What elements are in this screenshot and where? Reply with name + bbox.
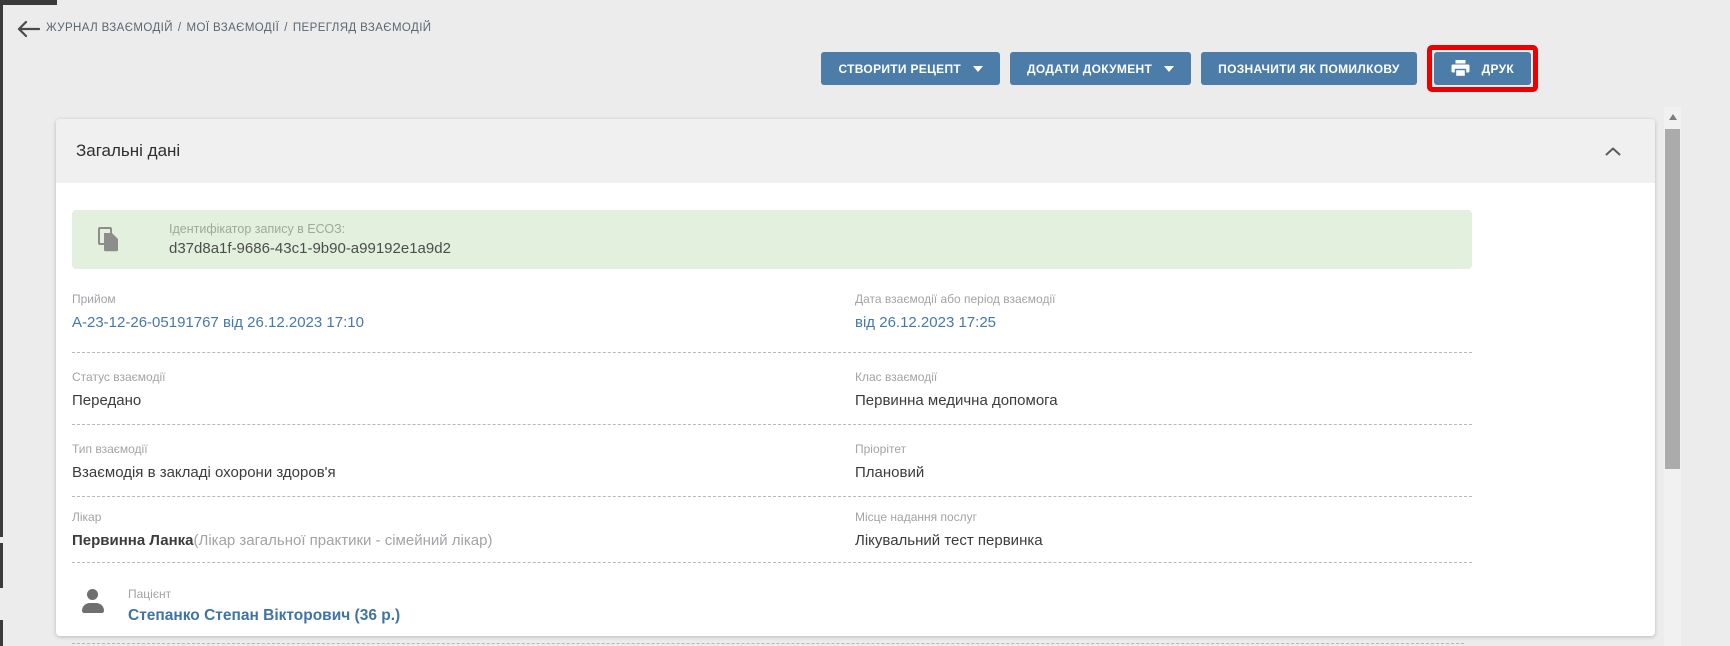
identifier-value: d37d8a1f-9686-43c1-9b90-a99192e1a9d2 bbox=[169, 240, 451, 257]
patient-name-link[interactable]: Степанко Степан Вікторович (36 р.) bbox=[128, 607, 400, 625]
breadcrumb-item-my-interactions[interactable]: МОЇ ВЗАЄМОДІЇ bbox=[187, 22, 280, 34]
identifier-label: Ідентифікатор запису в ЕСОЗ: bbox=[169, 222, 451, 236]
type-value: Взаємодія в закладі охорони здоров'я bbox=[72, 464, 855, 481]
doctor-name: Первинна Ланка bbox=[72, 532, 194, 549]
field-class: Клас взаємодії Первинна медична допомога bbox=[855, 370, 1472, 409]
top-bar: ЖУРНАЛ ВЗАЄМОДІЙ / МОЇ ВЗАЄМОДІЇ / ПЕРЕГЛЯД … bbox=[0, 0, 1730, 46]
person-icon bbox=[80, 589, 106, 614]
identifier-box: Ідентифікатор запису в ЕСОЗ: d37d8a1f-96… bbox=[72, 210, 1472, 269]
field-patient: Пацієнт Степанко Степан Вікторович (36 р… bbox=[128, 587, 400, 625]
create-recipe-label: СТВОРИТИ РЕЦЕПТ bbox=[838, 62, 961, 76]
class-value: Первинна медична допомога bbox=[855, 392, 1472, 409]
card-body: Ідентифікатор запису в ЕСОЗ: d37d8a1f-96… bbox=[56, 183, 1472, 644]
reception-link[interactable]: А-23-12-26-05191767 від 26.12.2023 17:10 bbox=[72, 314, 855, 331]
status-value: Передано bbox=[72, 392, 855, 409]
field-label: Дата взаємодії або період взаємодії bbox=[855, 292, 1472, 306]
mark-erroneous-label: ПОЗНАЧИТИ ЯК ПОМИЛКОВУ bbox=[1218, 62, 1399, 76]
print-button[interactable]: ДРУК bbox=[1434, 52, 1531, 85]
breadcrumb: ЖУРНАЛ ВЗАЄМОДІЙ / МОЇ ВЗАЄМОДІЇ / ПЕРЕГЛЯД … bbox=[46, 22, 431, 34]
chevron-down-icon bbox=[1164, 66, 1174, 72]
field-doctor: Лікар Первинна Ланка(Лікар загальної пра… bbox=[72, 510, 855, 549]
field-row-status: Статус взаємодії Передано Клас взаємодії… bbox=[72, 353, 1472, 425]
field-service-place: Місце надання послуг Лікувальний тест пе… bbox=[855, 510, 1472, 549]
field-label: Пацієнт bbox=[128, 587, 400, 601]
window-edge-left bbox=[0, 0, 3, 537]
interaction-date-value[interactable]: від 26.12.2023 17:25 bbox=[855, 314, 1472, 331]
patient-row: Пацієнт Степанко Степан Вікторович (36 р… bbox=[72, 563, 1464, 644]
field-status: Статус взаємодії Передано bbox=[72, 370, 855, 409]
copy-icon[interactable] bbox=[98, 227, 119, 252]
field-row-type: Тип взаємодії Взаємодія в закладі охорон… bbox=[72, 425, 1472, 497]
chevron-down-icon bbox=[973, 66, 983, 72]
field-priority: Пріорітет Плановий bbox=[855, 442, 1472, 481]
printer-icon bbox=[1451, 60, 1470, 77]
scrollbar-thumb[interactable] bbox=[1665, 129, 1680, 469]
field-label: Пріорітет bbox=[855, 442, 1472, 456]
breadcrumb-separator: / bbox=[178, 22, 182, 34]
back-button[interactable] bbox=[16, 19, 42, 39]
field-type: Тип взаємодії Взаємодія в закладі охорон… bbox=[72, 442, 855, 481]
priority-value: Плановий bbox=[855, 464, 1472, 481]
field-row-doctor: Лікар Первинна Ланка(Лікар загальної пра… bbox=[72, 497, 1472, 563]
mark-erroneous-button[interactable]: ПОЗНАЧИТИ ЯК ПОМИЛКОВУ bbox=[1201, 52, 1416, 85]
chevron-up-icon bbox=[1605, 147, 1621, 156]
window-edge-left bbox=[0, 620, 3, 646]
scroll-up-button[interactable] bbox=[1664, 107, 1681, 127]
collapse-section-button[interactable] bbox=[1601, 143, 1625, 160]
vertical-scrollbar[interactable] bbox=[1664, 107, 1681, 646]
print-label: ДРУК bbox=[1482, 62, 1514, 76]
window-edge-left bbox=[0, 543, 3, 588]
field-interaction-date: Дата взаємодії або період взаємодії від … bbox=[855, 292, 1472, 331]
triangle-up-icon bbox=[1669, 114, 1677, 120]
card-title: Загальні дані bbox=[76, 141, 180, 161]
action-toolbar: СТВОРИТИ РЕЦЕПТ ДОДАТИ ДОКУМЕНТ ПОЗНАЧИТ… bbox=[821, 45, 1538, 92]
create-recipe-button[interactable]: СТВОРИТИ РЕЦЕПТ bbox=[821, 52, 1000, 85]
field-label: Лікар bbox=[72, 510, 855, 524]
field-label: Тип взаємодії bbox=[72, 442, 855, 456]
field-label: Клас взаємодії bbox=[855, 370, 1472, 384]
field-reception: Прийом А-23-12-26-05191767 від 26.12.202… bbox=[72, 292, 855, 331]
field-label: Місце надання послуг bbox=[855, 510, 1472, 524]
arrow-left-icon bbox=[16, 20, 40, 38]
field-rows: Прийом А-23-12-26-05191767 від 26.12.202… bbox=[72, 269, 1472, 644]
breadcrumb-item-journal[interactable]: ЖУРНАЛ ВЗАЄМОДІЙ bbox=[46, 22, 173, 34]
breadcrumb-separator: / bbox=[284, 22, 288, 34]
field-label: Статус взаємодії bbox=[72, 370, 855, 384]
service-place-value: Лікувальний тест первинка bbox=[855, 532, 1472, 549]
doctor-role-note: (Лікар загальної практики - сімейний лік… bbox=[194, 532, 493, 549]
field-row-reception: Прийом А-23-12-26-05191767 від 26.12.202… bbox=[72, 269, 1472, 353]
window-edge-top bbox=[0, 0, 57, 5]
identifier-text: Ідентифікатор запису в ЕСОЗ: d37d8a1f-96… bbox=[169, 222, 451, 257]
general-data-card: Загальні дані Ідентифікатор запису в ЕСО… bbox=[56, 119, 1655, 636]
add-document-button[interactable]: ДОДАТИ ДОКУМЕНТ bbox=[1010, 52, 1191, 85]
card-header: Загальні дані bbox=[56, 119, 1655, 183]
add-document-label: ДОДАТИ ДОКУМЕНТ bbox=[1027, 62, 1152, 76]
breadcrumb-item-view-interaction[interactable]: ПЕРЕГЛЯД ВЗАЄМОДІЙ bbox=[293, 22, 432, 34]
print-highlight-annotation: ДРУК bbox=[1427, 45, 1538, 92]
field-label: Прийом bbox=[72, 292, 855, 306]
